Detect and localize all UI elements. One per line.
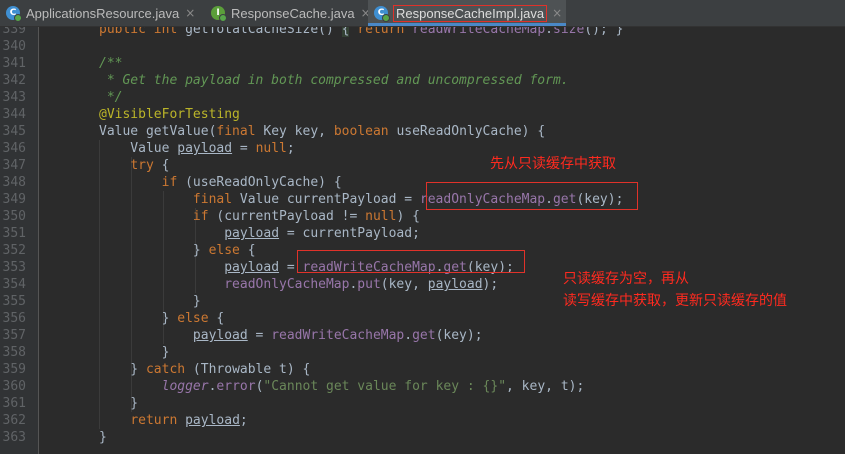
code-text: logger.error("Cannot get value for key :…: [161, 379, 585, 394]
code-line: 343 */: [0, 89, 845, 106]
line-number: 349: [2, 192, 26, 207]
code-line: 358 }: [0, 344, 845, 361]
code-line: 350 if (currentPayload != null) {: [0, 208, 845, 225]
close-icon[interactable]: ×: [552, 6, 562, 20]
code-text: }: [99, 396, 139, 411]
code-text: }: [99, 430, 107, 445]
code-text: } catch (Throwable t) {: [99, 362, 311, 377]
line-number: 361: [2, 396, 26, 411]
tab-label: ResponseCacheImpl.java: [392, 4, 548, 22]
code-text: try {: [130, 158, 170, 173]
code-line: 353 payload = readWriteCacheMap.get(key)…: [0, 259, 845, 276]
line-number: 358: [2, 345, 26, 360]
code-text: * Get the payload in both compressed and…: [99, 73, 569, 88]
code-line: 341 /**: [0, 55, 845, 72]
line-number: 347: [2, 158, 26, 173]
code-line: 362 return payload;: [0, 412, 845, 429]
code-line: 349 final Value currentPayload = readOnl…: [0, 191, 845, 208]
line-number: 359: [2, 362, 26, 377]
tab-label: ApplicationsResource.java: [26, 5, 180, 21]
code-editor[interactable]: 339 public int getTotalCacheSize() { retu…: [0, 27, 845, 454]
line-number: 363: [2, 430, 26, 445]
code-line: 344 @VisibleForTesting: [0, 106, 845, 123]
line-number: 343: [2, 90, 26, 105]
line-number: 340: [2, 39, 26, 54]
line-number: 344: [2, 107, 26, 122]
tab-label: ResponseCache.java: [231, 5, 355, 21]
tab-response-cache-impl[interactable]: C ResponseCacheImpl.java ×: [368, 0, 566, 26]
code-text: Value getValue(final Key key, boolean us…: [99, 124, 546, 139]
line-number: 360: [2, 379, 26, 394]
code-text: return payload;: [130, 413, 248, 428]
line-number: 352: [2, 243, 26, 258]
code-line: 352 } else {: [0, 242, 845, 259]
code-text: Value payload = null;: [99, 141, 295, 156]
editor-tab-bar: C ApplicationsResource.java × I Response…: [0, 0, 845, 27]
code-line: 360 logger.error("Cannot get value for k…: [0, 378, 845, 395]
line-number: 356: [2, 311, 26, 326]
code-line: 346 Value payload = null;: [0, 140, 845, 157]
class-icon: C: [374, 6, 390, 22]
line-number: 346: [2, 141, 26, 156]
tab-applications-resource[interactable]: C ApplicationsResource.java ×: [0, 0, 205, 26]
code-line: 357 payload = readWriteCacheMap.get(key)…: [0, 327, 845, 344]
line-number: 355: [2, 294, 26, 309]
tab-response-cache[interactable]: I ResponseCache.java ×: [205, 0, 371, 26]
code-text: @VisibleForTesting: [99, 107, 240, 122]
code-text: } else {: [99, 243, 256, 258]
code-line: 339 public int getTotalCacheSize() { retu…: [0, 27, 845, 38]
line-number: 339: [2, 27, 26, 37]
line-number: 353: [2, 260, 26, 275]
code-line: 363}: [0, 429, 845, 446]
line-number: 354: [2, 277, 26, 292]
line-number: 351: [2, 226, 26, 241]
code-text: public int getTotalCacheSize() { return …: [99, 27, 623, 38]
code-line: 340: [0, 38, 845, 55]
line-number: 345: [2, 124, 26, 139]
code-text: */: [99, 90, 123, 105]
line-number: 341: [2, 56, 26, 71]
line-number: 342: [2, 73, 26, 88]
code-text: final Value currentPayload = readOnlyCac…: [192, 192, 624, 207]
code-line: 342 * Get the payload in both compressed…: [0, 72, 845, 89]
code-line: 348 if (useReadOnlyCache) {: [0, 174, 845, 191]
line-number: 348: [2, 175, 26, 190]
line-number: 357: [2, 328, 26, 343]
code-line: 359 } catch (Throwable t) {: [0, 361, 845, 378]
code-text: payload = readWriteCacheMap.get(key);: [192, 328, 483, 343]
code-text: if (currentPayload != null) {: [192, 209, 420, 224]
code-text: readOnlyCacheMap.put(key, payload);: [224, 277, 499, 292]
note-read-write-cache-line2: 读写缓存中获取，更新只读缓存的值: [563, 293, 787, 309]
code-text: } else {: [99, 311, 225, 326]
code-text: }: [99, 345, 170, 360]
note-read-only-cache: 先从只读缓存中获取: [490, 156, 616, 172]
line-number: 362: [2, 413, 26, 428]
code-line: 356 } else {: [0, 310, 845, 327]
code-text: if (useReadOnlyCache) {: [161, 175, 342, 190]
code-line: 361 }: [0, 395, 845, 412]
code-text: payload = readWriteCacheMap.get(key);: [224, 260, 514, 275]
code-line: 347 try {: [0, 157, 845, 174]
close-icon[interactable]: ×: [185, 6, 195, 20]
code-text: payload = currentPayload;: [224, 226, 420, 241]
code-line: 351 payload = currentPayload;: [0, 225, 845, 242]
interface-icon: I: [211, 6, 227, 22]
code-text: }: [99, 294, 201, 309]
class-icon: C: [6, 6, 22, 22]
code-line: 345 Value getValue(final Key key, boolean…: [0, 123, 845, 140]
code-text: /**: [99, 56, 123, 71]
note-read-write-cache-line1: 只读缓存为空，再从: [563, 271, 689, 287]
line-number: 350: [2, 209, 26, 224]
